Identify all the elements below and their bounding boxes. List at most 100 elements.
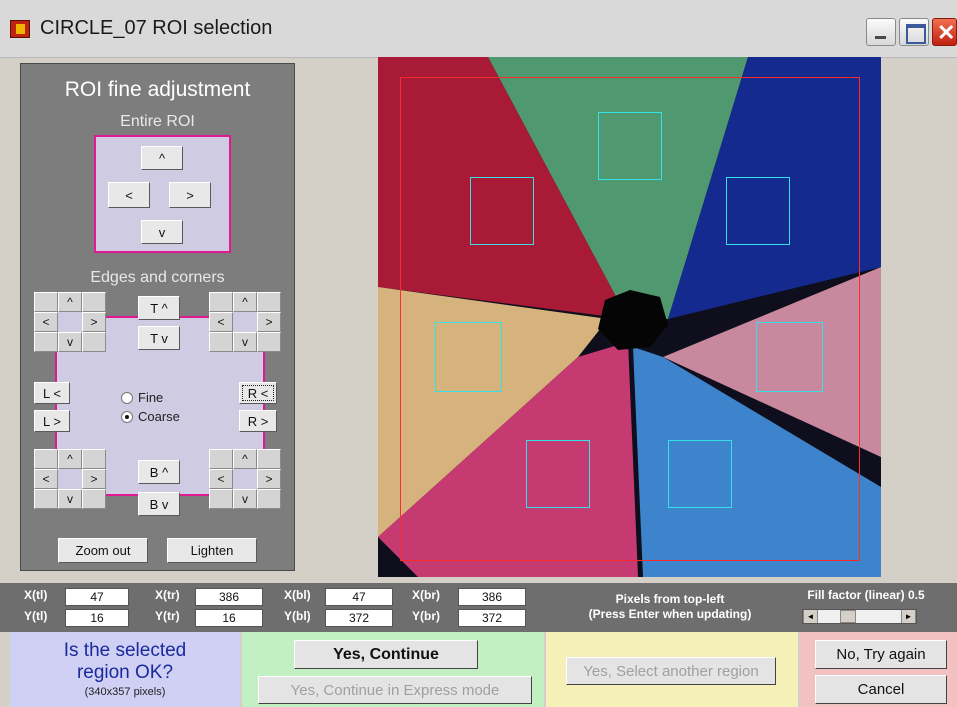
question-line2: region OK? [76,662,174,683]
sample-patch [598,112,662,180]
edges-corners-label: Edges and corners [90,269,225,286]
fill-factor-slider[interactable]: ◄ ► [802,609,917,624]
bottom-edge-down-button[interactable]: B v [138,492,180,516]
xtl-input[interactable]: 47 [65,588,129,606]
tl-down-button[interactable]: v [58,332,82,352]
roi-move-right-button[interactable]: > [169,182,211,208]
roi-move-down-button[interactable]: v [141,220,183,244]
slider-right-arrow-icon[interactable]: ► [901,610,916,623]
sample-patch [756,322,823,392]
yes-continue-button[interactable]: Yes, Continue [294,640,478,669]
corner-cell [82,489,106,509]
radio-unselected-icon [121,391,133,404]
fill-factor-label: Fill factor (linear) 0.5 [807,588,925,602]
slider-thumb[interactable] [840,610,856,623]
br-down-button[interactable]: v [233,489,257,509]
select-another-section: Yes, Select another region [546,632,798,707]
ytr-label: Y(tr) [155,609,180,623]
sample-patch [470,177,534,245]
minimize-button[interactable] [866,18,896,46]
retry-section: No, Try again Cancel [800,632,957,707]
radio-selected-icon [121,410,133,423]
ybr-input[interactable]: 372 [458,609,526,627]
title-bar: CIRCLE_07 ROI selection ✕ [0,0,957,58]
roi-move-left-button[interactable]: < [108,182,150,208]
yes-express-mode-button[interactable]: Yes, Continue in Express mode [258,676,532,704]
entire-roi-label: Entire ROI [120,113,195,130]
br-right-button[interactable]: > [257,469,281,489]
left-edge-left-button[interactable]: L < [34,382,70,404]
corner-cell [82,332,106,352]
top-edge-up-button[interactable]: T ^ [138,296,180,320]
corner-cell [257,449,281,469]
xbr-input[interactable]: 386 [458,588,526,606]
yes-select-another-region-button[interactable]: Yes, Select another region [566,657,776,685]
bl-up-button[interactable]: ^ [58,449,82,469]
bottom-edge-up-button[interactable]: B ^ [138,460,180,484]
cancel-button[interactable]: Cancel [815,675,947,704]
right-edge-left-button[interactable]: R < [239,382,277,404]
corner-cell [34,332,58,352]
corner-cell [34,449,58,469]
ytr-input[interactable]: 16 [195,609,263,627]
question-line1: Is the selected [63,640,187,661]
right-edge-right-button[interactable]: R > [239,410,277,432]
top-edge-down-button[interactable]: T v [138,326,180,350]
close-button[interactable]: ✕ [932,18,957,46]
sample-patch [726,177,790,245]
roi-move-up-button[interactable]: ^ [141,146,183,170]
lighten-button[interactable]: Lighten [167,538,257,563]
tl-right-button[interactable]: > [82,312,106,332]
corner-cell [233,469,257,489]
tr-down-button[interactable]: v [233,332,257,352]
left-edge-right-button[interactable]: L > [34,410,70,432]
corner-cell [209,332,233,352]
corner-cell [233,312,257,332]
window-title: CIRCLE_07 ROI selection [40,17,273,39]
coarse-label: Coarse [138,409,180,424]
panel-title: ROI fine adjustment [64,78,251,101]
ytl-input[interactable]: 16 [65,609,129,627]
pixels-info-line1: Pixels from top-left [615,592,725,606]
coarse-radio[interactable]: Coarse [121,409,180,424]
sample-patch [668,440,732,508]
roi-image[interactable] [378,57,881,577]
bottom-right-corner-grid: ^ < > v [209,449,281,509]
tr-up-button[interactable]: ^ [233,292,257,312]
roi-adjustment-panel: ROI fine adjustment Entire ROI ^ < > v E… [20,63,295,571]
close-icon: ✕ [937,20,956,45]
bl-down-button[interactable]: v [58,489,82,509]
sample-patch [526,440,590,508]
zoom-out-button[interactable]: Zoom out [58,538,148,563]
confirmation-question: Is the selected region OK? [10,640,240,684]
tl-left-button[interactable]: < [34,312,58,332]
confirmation-section: Is the selected region OK? (340x357 pixe… [10,632,240,707]
tr-left-button[interactable]: < [209,312,233,332]
ybr-label: Y(br) [412,609,440,623]
ybl-input[interactable]: 372 [325,609,393,627]
corner-cell [82,292,106,312]
xtr-input[interactable]: 386 [195,588,263,606]
br-up-button[interactable]: ^ [233,449,257,469]
bl-right-button[interactable]: > [82,469,106,489]
xbl-input[interactable]: 47 [325,588,393,606]
tr-right-button[interactable]: > [257,312,281,332]
xtl-label: X(tl) [24,588,48,602]
corner-cell [257,332,281,352]
maximize-button[interactable] [899,18,929,46]
slider-left-arrow-icon[interactable]: ◄ [803,610,818,623]
tl-up-button[interactable]: ^ [58,292,82,312]
continue-section: Yes, Continue Yes, Continue in Express m… [242,632,544,707]
corner-cell [209,489,233,509]
corner-cell [34,292,58,312]
corner-cell [58,469,82,489]
ybl-label: Y(bl) [284,609,311,623]
fine-radio[interactable]: Fine [121,390,163,405]
bl-left-button[interactable]: < [34,469,58,489]
no-try-again-button[interactable]: No, Try again [815,640,947,669]
corner-cell [257,489,281,509]
xbr-label: X(br) [412,588,440,602]
br-left-button[interactable]: < [209,469,233,489]
top-left-corner-grid: ^ < > v [34,292,106,352]
corner-cell [209,449,233,469]
